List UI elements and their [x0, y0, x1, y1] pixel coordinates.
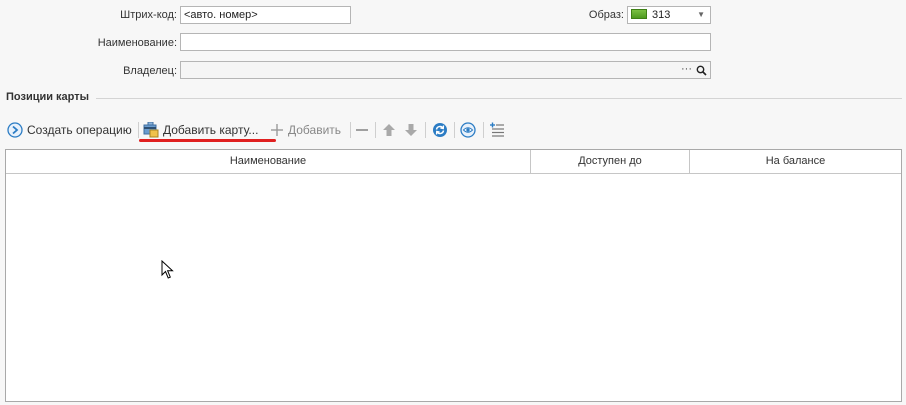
toolbar-separator: [425, 122, 426, 138]
highlight-underline: [139, 139, 276, 142]
image-select[interactable]: 313 ▼: [627, 6, 711, 24]
ellipsis-button[interactable]: ···: [681, 62, 692, 77]
grid-header: Наименование Доступен до На балансе: [6, 150, 901, 174]
toolbar-separator: [138, 122, 139, 138]
search-icon[interactable]: [696, 65, 707, 76]
column-header-name[interactable]: Наименование: [6, 150, 530, 174]
list-settings-icon[interactable]: [489, 122, 505, 138]
refresh-icon[interactable]: [432, 122, 448, 138]
view-icon[interactable]: [460, 122, 476, 138]
add-button[interactable]: Добавить: [268, 119, 350, 141]
column-header-available-until[interactable]: Доступен до: [530, 150, 689, 174]
name-field[interactable]: [180, 33, 711, 51]
card-image-icon: [631, 9, 647, 19]
owner-label: Владелец:: [123, 65, 177, 77]
section-title: Позиции карты: [6, 91, 90, 103]
chevron-down-icon[interactable]: ▼: [697, 7, 705, 23]
barcode-label: Штрих-код:: [120, 9, 177, 21]
add-label: Добавить: [288, 123, 342, 137]
toolbar-separator: [375, 122, 376, 138]
arrow-down-icon[interactable]: [404, 123, 418, 137]
toolbar-separator: [483, 122, 484, 138]
minus-icon[interactable]: [355, 123, 369, 137]
add-card-button[interactable]: Добавить карту...: [142, 119, 264, 141]
image-value: 313: [652, 9, 671, 21]
add-card-label: Добавить карту...: [163, 123, 259, 137]
name-label: Наименование:: [97, 37, 177, 49]
owner-field[interactable]: ···: [180, 61, 711, 79]
arrow-right-circle-icon: [7, 122, 23, 138]
toolbar: Создать операцию Добавить карту... Добав…: [5, 119, 902, 141]
card-add-icon: [143, 122, 159, 138]
create-operation-label: Создать операцию: [27, 123, 132, 137]
card-positions-grid[interactable]: Наименование Доступен до На балансе: [5, 149, 902, 402]
column-header-balance[interactable]: На балансе: [689, 150, 901, 174]
barcode-value: <авто. номер>: [184, 9, 258, 21]
plus-icon: [271, 124, 283, 136]
create-operation-button[interactable]: Создать операцию: [5, 119, 135, 141]
section-divider: [96, 98, 902, 99]
arrow-up-icon[interactable]: [382, 123, 396, 137]
barcode-field[interactable]: <авто. номер>: [180, 6, 351, 24]
toolbar-separator: [454, 122, 455, 138]
mouse-cursor-icon: [161, 260, 174, 279]
toolbar-separator: [350, 122, 351, 138]
image-label: Образ:: [588, 9, 624, 21]
